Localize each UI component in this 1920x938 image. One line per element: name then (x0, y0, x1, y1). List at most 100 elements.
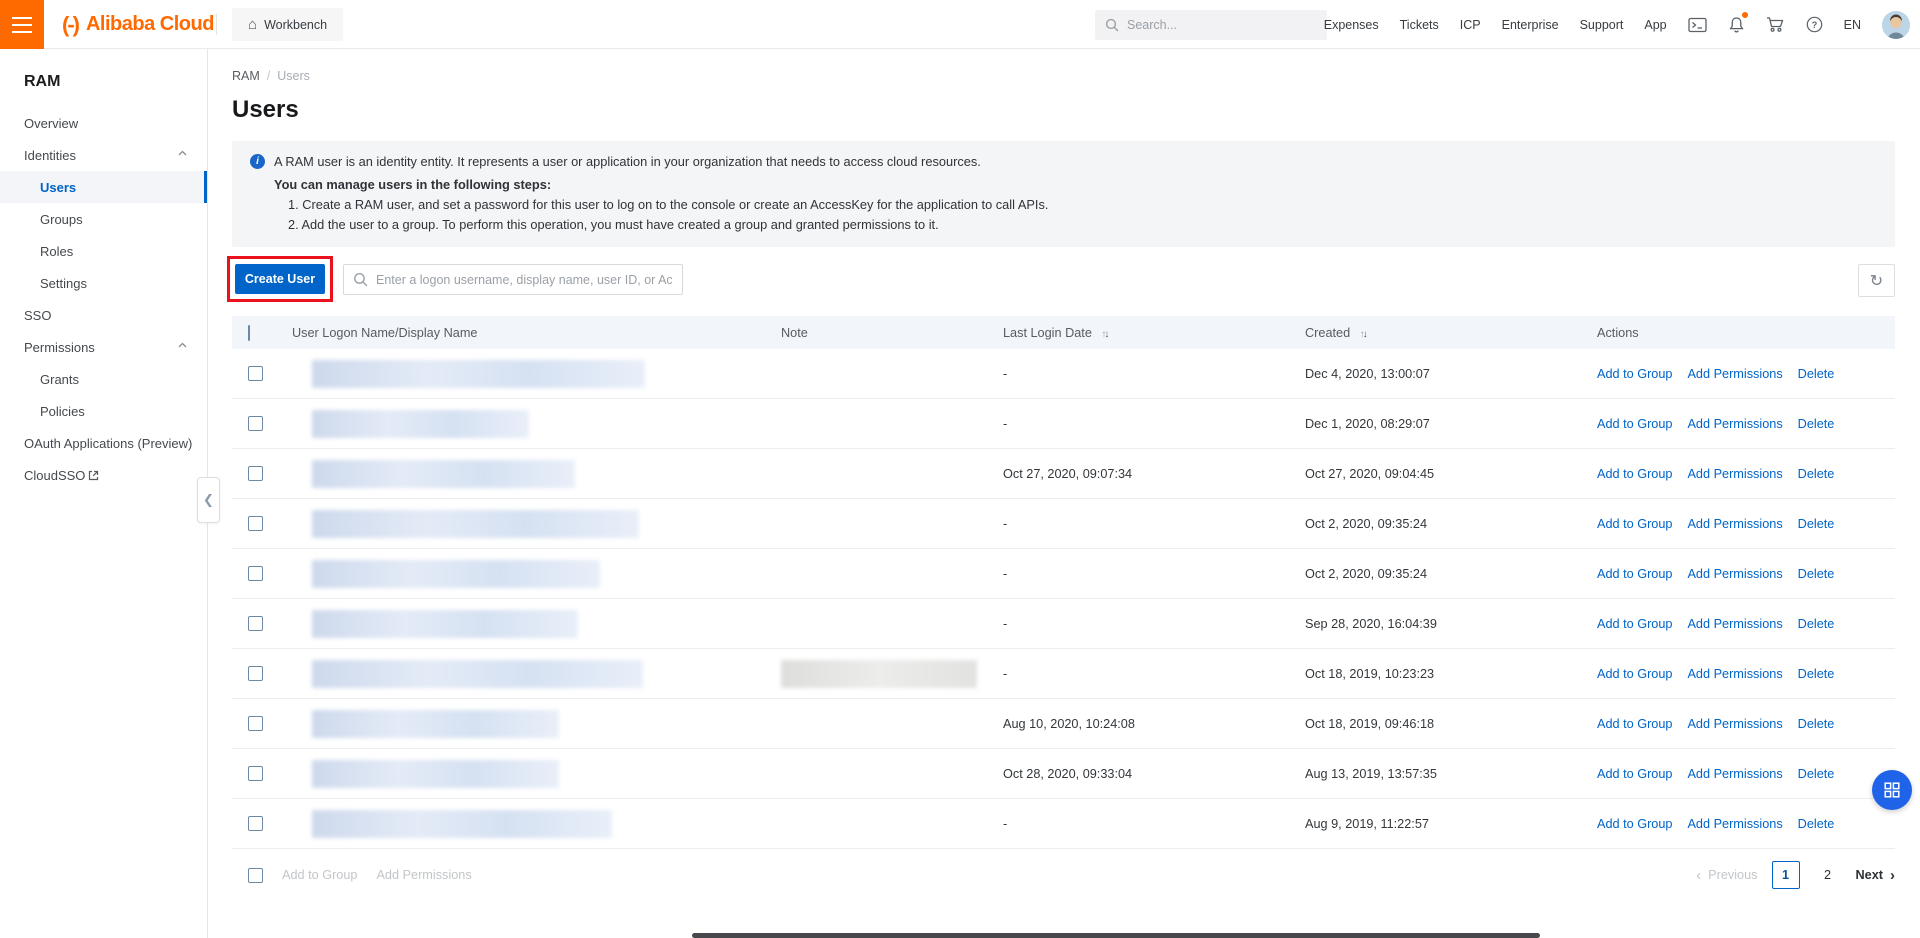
table-row: Aug 10, 2020, 10:24:08Oct 18, 2019, 09:4… (232, 699, 1895, 749)
row-checkbox[interactable] (248, 566, 263, 581)
nav-support[interactable]: Support (1580, 18, 1624, 32)
app-root: (-) Alibaba Cloud ⌂ Workbench Expenses T… (0, 0, 1920, 938)
bulk-add-permissions[interactable]: Add Permissions (376, 868, 471, 882)
terminal-icon[interactable] (1688, 17, 1707, 33)
sidebar-item-sso[interactable]: SSO (0, 299, 207, 331)
info-text-line2: You can manage users in the following st… (250, 175, 1877, 195)
sidebar-item-roles[interactable]: Roles (0, 235, 207, 267)
user-avatar[interactable] (1882, 11, 1910, 39)
row-checkbox[interactable] (248, 516, 263, 531)
row-action-delete[interactable]: Delete (1798, 467, 1835, 481)
row-action-delete[interactable]: Delete (1798, 667, 1835, 681)
page-number-1[interactable]: 1 (1772, 861, 1800, 889)
sidebar-item-groups[interactable]: Groups (0, 203, 207, 235)
nav-expenses[interactable]: Expenses (1324, 18, 1379, 32)
user-search-input[interactable] (376, 273, 673, 287)
row-action-delete[interactable]: Delete (1798, 817, 1835, 831)
row-action-delete[interactable]: Delete (1798, 367, 1835, 381)
sidebar-item-cloudsso[interactable]: CloudSSO (0, 459, 207, 491)
row-checkbox[interactable] (248, 366, 263, 381)
notifications-bell-icon[interactable] (1728, 16, 1745, 34)
row-select-cell (232, 816, 292, 831)
sidebar-item-policies[interactable]: Policies (0, 395, 207, 427)
row-action-add-to-group[interactable]: Add to Group (1597, 517, 1672, 531)
row-action-add-to-group[interactable]: Add to Group (1597, 467, 1672, 481)
nav-icp[interactable]: ICP (1460, 18, 1481, 32)
row-action-add-to-group[interactable]: Add to Group (1597, 717, 1672, 731)
row-action-delete[interactable]: Delete (1798, 517, 1835, 531)
row-action-delete[interactable]: Delete (1798, 617, 1835, 631)
row-action-add-to-group[interactable]: Add to Group (1597, 767, 1672, 781)
sort-icon[interactable]: ↑↓ (1360, 329, 1366, 340)
sidebar-item-identities[interactable]: Identities (0, 139, 207, 171)
row-actions: Add to Group Add Permissions Delete (1597, 717, 1895, 731)
users-table: User Logon Name/Display Name Note Last L… (232, 316, 1895, 849)
cart-icon[interactable] (1766, 16, 1785, 33)
created-date: Oct 2, 2020, 09:35:24 (1305, 567, 1597, 581)
workbench-label: Workbench (264, 18, 327, 32)
row-action-add-permissions[interactable]: Add Permissions (1687, 717, 1782, 731)
row-action-add-permissions[interactable]: Add Permissions (1687, 817, 1782, 831)
page-number-2[interactable]: 2 (1814, 861, 1842, 889)
row-checkbox[interactable] (248, 716, 263, 731)
next-page-button[interactable]: Next › (1856, 868, 1896, 883)
row-action-add-to-group[interactable]: Add to Group (1597, 567, 1672, 581)
row-action-add-permissions[interactable]: Add Permissions (1687, 517, 1782, 531)
row-action-add-permissions[interactable]: Add Permissions (1687, 567, 1782, 581)
row-checkbox[interactable] (248, 466, 263, 481)
row-action-delete[interactable]: Delete (1798, 717, 1835, 731)
row-checkbox[interactable] (248, 816, 263, 831)
row-action-add-permissions[interactable]: Add Permissions (1687, 467, 1782, 481)
sidebar-item-permissions[interactable]: Permissions (0, 331, 207, 363)
row-action-add-to-group[interactable]: Add to Group (1597, 817, 1672, 831)
row-checkbox[interactable] (248, 416, 263, 431)
sidebar-item-settings[interactable]: Settings (0, 267, 207, 299)
table-footer: Add to Group Add Permissions ‹ Previous … (232, 861, 1895, 889)
row-action-add-permissions[interactable]: Add Permissions (1687, 667, 1782, 681)
created-date: Aug 13, 2019, 13:57:35 (1305, 767, 1597, 781)
nav-enterprise[interactable]: Enterprise (1502, 18, 1559, 32)
hamburger-menu-button[interactable] (0, 0, 44, 49)
sidebar-item-overview[interactable]: Overview (0, 107, 207, 139)
row-action-add-permissions[interactable]: Add Permissions (1687, 617, 1782, 631)
row-checkbox[interactable] (248, 616, 263, 631)
floating-widgets-button[interactable] (1872, 770, 1912, 810)
row-action-add-to-group[interactable]: Add to Group (1597, 667, 1672, 681)
info-box: i A RAM user is an identity entity. It r… (232, 141, 1895, 247)
row-action-add-permissions[interactable]: Add Permissions (1687, 767, 1782, 781)
row-action-add-permissions[interactable]: Add Permissions (1687, 367, 1782, 381)
select-all-checkbox[interactable] (248, 325, 250, 341)
row-action-add-to-group[interactable]: Add to Group (1597, 367, 1672, 381)
horizontal-scrollbar-thumb[interactable] (692, 933, 1540, 938)
breadcrumb-ram[interactable]: RAM (232, 69, 260, 83)
row-checkbox[interactable] (248, 666, 263, 681)
row-action-delete[interactable]: Delete (1798, 567, 1835, 581)
row-actions: Add to Group Add Permissions Delete (1597, 817, 1895, 831)
previous-page-button[interactable]: ‹ Previous (1696, 868, 1757, 883)
footer-select-all-checkbox[interactable] (248, 868, 263, 883)
nav-tickets[interactable]: Tickets (1400, 18, 1439, 32)
sort-icon[interactable]: ↑↓ (1101, 329, 1107, 340)
row-actions: Add to Group Add Permissions Delete (1597, 617, 1895, 631)
row-action-add-to-group[interactable]: Add to Group (1597, 417, 1672, 431)
row-action-add-permissions[interactable]: Add Permissions (1687, 417, 1782, 431)
language-selector[interactable]: EN (1844, 18, 1861, 32)
row-action-delete[interactable]: Delete (1798, 417, 1835, 431)
row-action-delete[interactable]: Delete (1798, 767, 1835, 781)
sidebar-item-users[interactable]: Users (0, 171, 207, 203)
global-search-input[interactable] (1127, 18, 1317, 32)
create-user-button[interactable]: Create User (235, 264, 325, 294)
sidebar-item-oauth-applications[interactable]: OAuth Applications (Preview) (0, 427, 207, 459)
redacted-user-name (312, 760, 559, 788)
row-action-add-to-group[interactable]: Add to Group (1597, 617, 1672, 631)
row-actions: Add to Group Add Permissions Delete (1597, 767, 1895, 781)
sidebar-collapse-handle[interactable]: ❮ (197, 477, 220, 523)
help-icon[interactable]: ? (1806, 16, 1823, 33)
refresh-button[interactable]: ↻ (1858, 264, 1895, 297)
alibaba-cloud-logo[interactable]: (-) Alibaba Cloud (62, 0, 214, 49)
bulk-add-to-group[interactable]: Add to Group (282, 868, 357, 882)
row-checkbox[interactable] (248, 766, 263, 781)
workbench-button[interactable]: ⌂ Workbench (232, 8, 343, 41)
nav-app[interactable]: App (1644, 18, 1666, 32)
sidebar-item-grants[interactable]: Grants (0, 363, 207, 395)
